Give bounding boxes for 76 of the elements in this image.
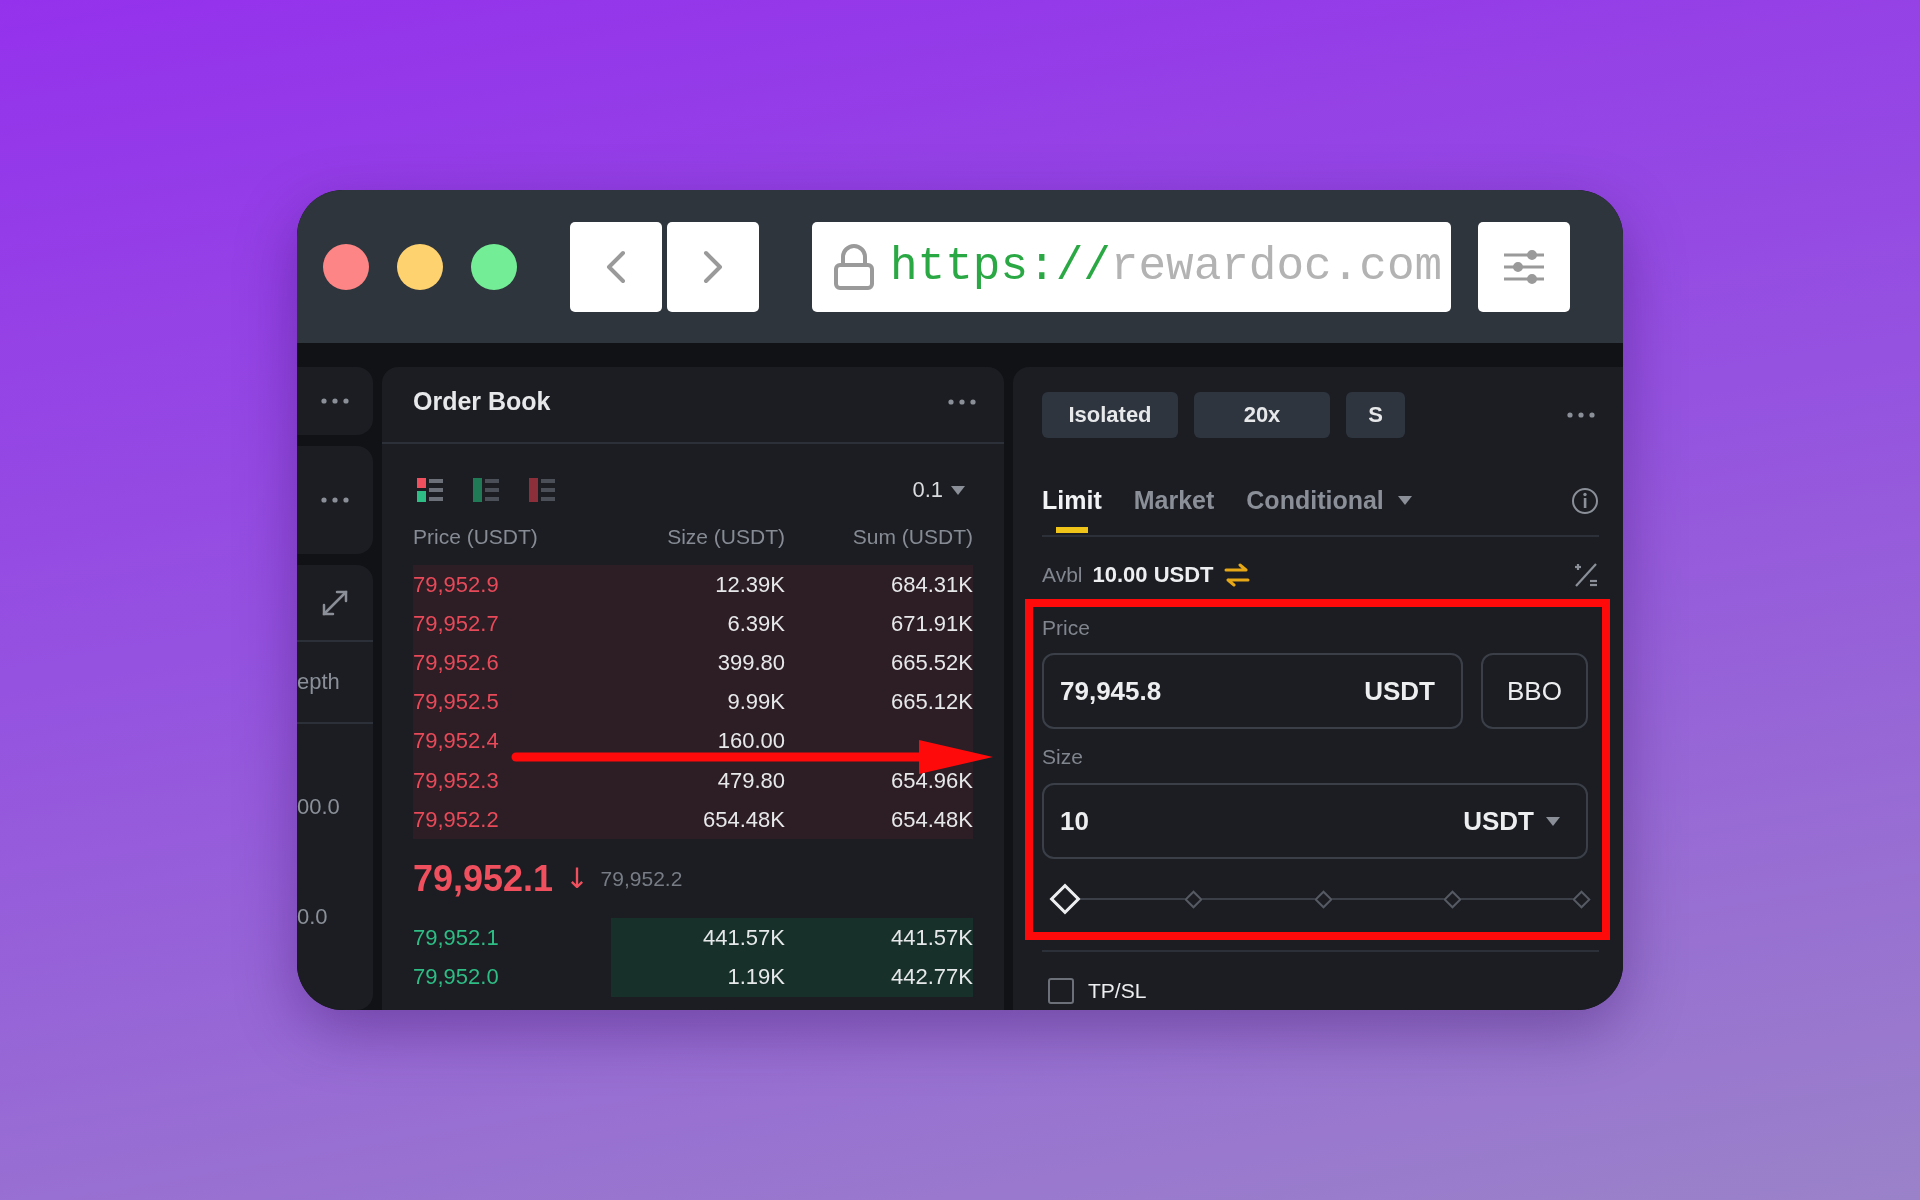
order-type-tab[interactable]: Market [1133,478,1215,533]
lock-icon [832,242,876,291]
column-header: Price (USDT) [413,525,539,549]
settings-button[interactable] [1478,221,1570,312]
available-amount: 10.00 USDT [1092,562,1214,588]
ask-price: 79,952.2 [413,806,500,833]
size-cell-text: 9.99K [726,689,785,716]
size-cell-text: 160.00 [716,728,785,755]
info-icon[interactable] [1571,487,1599,515]
sum-cell-text: 684.31K [890,571,973,598]
order-type-tab[interactable]: Conditional [1246,478,1412,533]
value-text: 00.0 [297,794,340,820]
order-type-tab[interactable]: Limit [1042,478,1102,533]
sum-cell-text: 671.91K [890,610,973,637]
more-icon[interactable] [1567,412,1595,418]
column-header: Size (USDT) [666,525,785,549]
mark-price: 79,952.2 [600,866,683,891]
bid-price: 79,952.1 [413,924,500,951]
price-field[interactable]: 79,945.8 USDT [1042,653,1463,729]
size-cell-text: 12.39K [714,571,785,598]
field-label: Price [1042,615,1091,641]
zoom-light-icon[interactable] [471,243,517,290]
more-icon[interactable] [321,398,349,404]
value-input[interactable]: 79,945.8 [1060,675,1365,707]
position-side-button[interactable]: S [1346,392,1405,438]
close-light-icon[interactable] [323,243,369,290]
bbo-button[interactable]: BBO [1481,653,1588,729]
panel-title: Order Book [413,387,551,416]
checkbox-label: TP/SL [1088,979,1147,1003]
sum-cell-text: 441.57K [890,924,973,951]
available-label: Avbl [1042,563,1083,587]
value-input[interactable]: 10 [1060,805,1464,837]
ask-price: 79,952.6 [413,649,500,676]
book-both-icon[interactable] [417,478,443,502]
size-field[interactable]: 10 USDT [1042,783,1588,859]
last-price: 79,952.1 [413,857,554,900]
trend-arrow: ↓ [565,862,589,896]
bid-price: 79,952.0 [413,964,500,991]
sum-cell-text: 654.48K [890,806,973,833]
tick-size-dropdown[interactable]: 0.1 [912,477,973,503]
plus-minus-icon[interactable] [1573,562,1599,588]
size-cell-text: 1.19K [726,964,785,991]
url-text: https://rewardoc.com [890,240,1443,293]
tpsl-checkbox[interactable] [1048,978,1074,1004]
ask-price: 79,952.9 [413,571,500,598]
more-icon[interactable] [321,497,349,503]
margin-mode-button[interactable]: Isolated [1042,392,1178,438]
minimize-light-icon[interactable] [397,243,443,290]
sum-cell-text: 665.52K [890,649,973,676]
unit-label: USDT [1364,675,1435,707]
caret-icon [1546,816,1560,826]
back-button[interactable] [570,221,662,312]
sum-cell-text: 665.12K [890,689,973,716]
column-header: Sum (USDT) [851,525,973,549]
size-cell-text: 479.80 [716,767,785,794]
transfer-icon[interactable] [1223,563,1250,587]
sum-cell-text: 654.96K [890,767,973,794]
ask-price: 79,952.4 [413,728,500,755]
field-label: Size [1042,744,1084,770]
more-icon[interactable] [948,398,976,405]
forward-button[interactable] [667,221,759,312]
ask-price: 79,952.3 [413,767,500,794]
caret-icon [951,485,965,495]
ask-price: 79,952.5 [413,689,500,716]
leverage-button[interactable]: 20x [1194,392,1330,438]
book-bids-icon[interactable] [473,478,499,502]
size-cell-text: 441.57K [702,924,785,951]
sum-cell-text: 442.77K [890,964,973,991]
size-cell-text: 399.80 [716,649,785,676]
size-cell-text: 6.39K [726,610,785,637]
sliders-icon [1502,248,1546,285]
unit-dropdown[interactable]: USDT [1463,805,1560,837]
ask-price: 79,952.7 [413,610,500,637]
tab-label[interactable]: epth [297,669,340,695]
size-cell-text: 654.48K [702,806,785,833]
value-text: 0.0 [297,904,328,930]
